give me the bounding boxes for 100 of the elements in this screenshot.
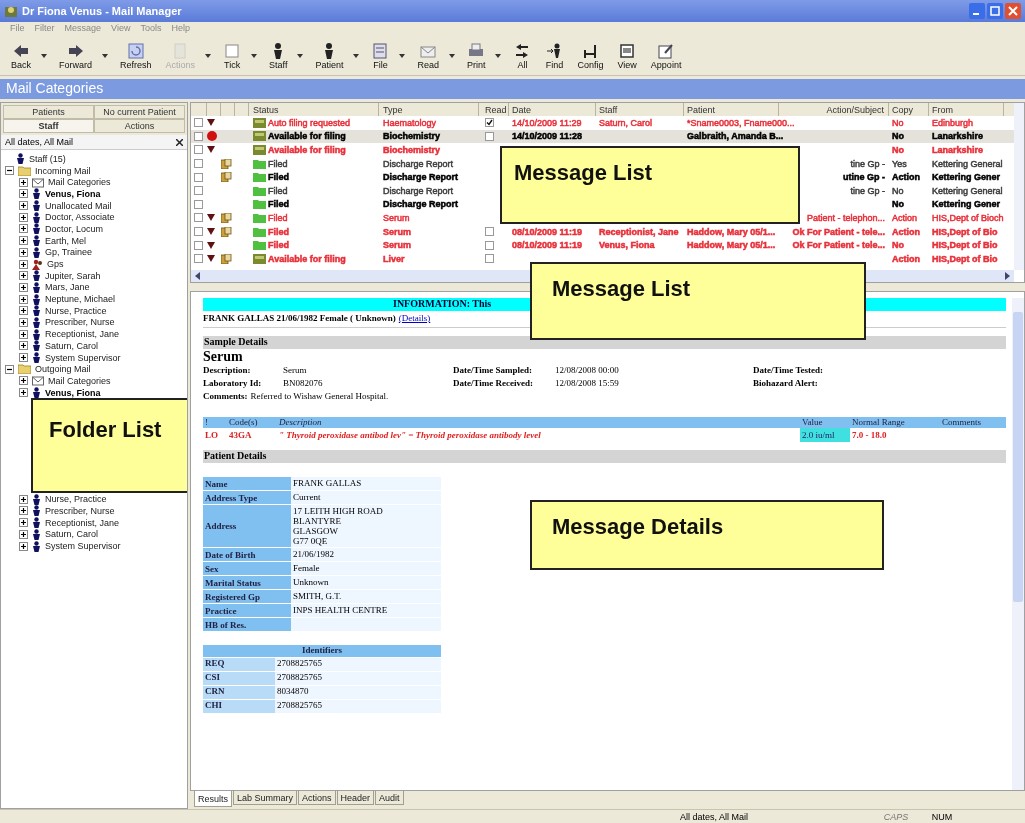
column-header[interactable]: Status <box>249 103 379 116</box>
toolbar-button[interactable]: Appoint <box>645 39 687 72</box>
tree-item[interactable]: Nurse, Practice <box>45 305 107 316</box>
column-header[interactable]: Read <box>479 103 509 116</box>
panel-tab[interactable]: Patients <box>3 105 94 119</box>
table-cell: Kettering Gener <box>932 172 1000 183</box>
toolbar-button[interactable]: Patient <box>310 39 349 72</box>
person-icon <box>32 328 41 340</box>
window-icon <box>618 41 637 60</box>
tree-item[interactable]: System Supervisor <box>45 541 121 552</box>
tree-item[interactable]: Jupiter, Sarah <box>45 270 101 281</box>
person-icon <box>32 505 41 517</box>
field-value: BN082076 <box>283 378 323 388</box>
person-icon <box>32 352 41 364</box>
vertical-scrollbar[interactable] <box>1012 298 1024 790</box>
app-icon <box>4 4 18 18</box>
tree-item[interactable]: Doctor, Associate <box>45 212 115 223</box>
toolbar-button[interactable]: File <box>366 39 395 72</box>
person-icon <box>32 246 41 258</box>
person-icon <box>32 528 41 540</box>
toolbar-button[interactable]: Forward <box>54 39 98 72</box>
tree-item[interactable]: System Supervisor <box>45 352 121 363</box>
field-label: Comments: <box>203 391 248 401</box>
column-header: Normal Range <box>850 417 940 428</box>
field-label: Name <box>203 477 291 490</box>
toolbar-button[interactable]: Tick <box>218 39 247 72</box>
tree-item[interactable]: Venus, Fiona <box>45 188 101 199</box>
person-icon <box>32 223 41 235</box>
column-header[interactable]: From <box>929 103 1004 116</box>
folder-icon <box>18 364 31 375</box>
tab[interactable]: Header <box>336 791 375 805</box>
tree-item[interactable]: Staff (15) <box>29 153 66 164</box>
field-label: Date/Time Sampled: <box>453 365 534 375</box>
tree-item[interactable]: Receptionist, Jane <box>45 517 120 528</box>
column-header[interactable]: Patient <box>684 103 779 116</box>
column-header: Comments <box>940 417 1006 428</box>
status-text: Filed <box>268 240 289 251</box>
tree-item[interactable]: Mars, Jane <box>45 282 90 293</box>
table-cell: Serum <box>383 240 411 251</box>
tree-item[interactable]: Mail Categories <box>48 177 111 188</box>
tree-item[interactable]: Unallocated Mail <box>45 200 112 211</box>
table-cell: Discharge Report <box>383 185 454 196</box>
status-text: Filed <box>268 199 289 210</box>
tree-item[interactable]: Outgoing Mail <box>35 364 91 375</box>
toolbar-button[interactable]: Staff <box>264 39 293 72</box>
vertical-scrollbar[interactable] <box>1014 103 1024 270</box>
tree-item[interactable]: Incoming Mail <box>35 165 91 176</box>
column-header[interactable]: Date <box>509 103 596 116</box>
table-cell: Action <box>892 253 920 264</box>
toolbar-button[interactable]: Find <box>540 39 569 72</box>
tab[interactable]: Audit <box>375 791 404 805</box>
person-icon <box>32 281 41 293</box>
toolbar-button[interactable]: Back <box>6 39 36 72</box>
tree-item[interactable]: Prescriber, Nurse <box>45 505 115 516</box>
tree-item[interactable]: Gp, Trainee <box>45 247 93 258</box>
person-icon <box>32 387 41 399</box>
table-cell: utine Gp - <box>843 172 885 183</box>
toolbar-button[interactable]: Read <box>412 39 444 72</box>
table-cell: HIS,Dept of Bio <box>932 226 998 237</box>
tree-item[interactable]: Neptune, Michael <box>45 294 116 305</box>
window-title: Dr Fiona Venus - Mail Manager <box>22 5 182 17</box>
tree-item[interactable]: Venus, Fiona <box>45 387 101 398</box>
filter-label: All dates, All Mail <box>5 137 74 147</box>
tab[interactable]: Results <box>194 791 232 807</box>
tree-item[interactable]: Saturn, Carol <box>45 529 99 540</box>
panel-tab[interactable]: No current Patient <box>94 105 185 119</box>
column-header[interactable]: Staff <box>596 103 684 116</box>
toolbar-button[interactable]: Config <box>572 39 609 72</box>
column-header[interactable]: Type <box>379 103 479 116</box>
status-text: Filed <box>268 185 288 196</box>
toolbar-button[interactable]: All <box>508 39 537 72</box>
tree-item[interactable]: Doctor, Locum <box>45 223 104 234</box>
toolbar-button[interactable]: Refresh <box>115 39 157 72</box>
column-header[interactable]: Action/Subject <box>779 103 889 116</box>
tree-item[interactable]: Nurse, Practice <box>45 494 107 505</box>
field-value: Serum <box>283 365 307 375</box>
status-text: Filed <box>268 226 289 237</box>
column-header[interactable]: Copy <box>889 103 929 116</box>
panel-tab[interactable]: Actions <box>94 119 185 133</box>
tree-item[interactable]: Gps <box>47 259 64 270</box>
scroll-thumb[interactable] <box>1013 312 1023 602</box>
tab[interactable]: Actions <box>298 791 336 805</box>
tree-item[interactable]: Mail Categories <box>48 375 111 386</box>
tree-item[interactable]: Receptionist, Jane <box>45 329 120 340</box>
table-cell: Kettering Gener <box>932 199 1000 210</box>
field-value: GLASGOW <box>293 526 339 536</box>
tree-item[interactable]: Earth, Mel <box>45 235 86 246</box>
tab[interactable]: Lab Summary <box>233 791 298 805</box>
table-cell: Edinburgh <box>932 117 974 128</box>
tree-item[interactable]: Prescriber, Nurse <box>45 317 115 328</box>
person-icon <box>32 188 41 200</box>
scroll-right-icon <box>1003 272 1011 280</box>
tree-item[interactable]: Saturn, Carol <box>45 340 99 351</box>
scroll-left-icon <box>194 272 202 280</box>
toolbar-button[interactable]: Print <box>461 39 491 72</box>
panel-tab[interactable]: Staff <box>3 119 94 133</box>
person-icon <box>32 235 41 247</box>
toolbar-button[interactable]: View <box>612 39 642 72</box>
details-link[interactable]: (Details) <box>398 313 431 323</box>
section-heading: Patient Details <box>203 450 1006 463</box>
